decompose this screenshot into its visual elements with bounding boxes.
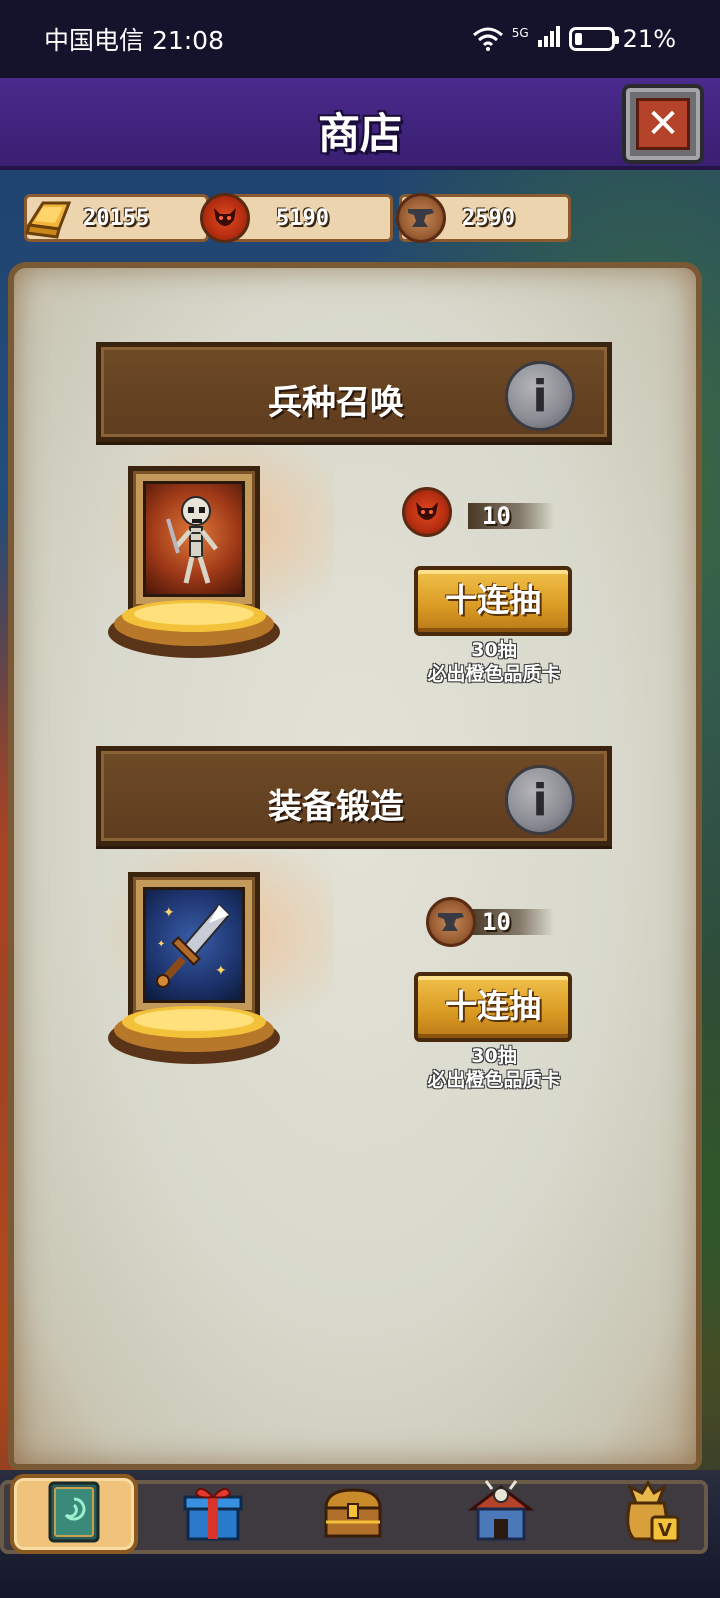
anvil-coin-amount: 2590	[462, 205, 515, 231]
guarantee-line-2: 必出橙色品质卡	[427, 1069, 561, 1091]
cost-equipment-forge: 10	[426, 896, 554, 948]
nav-item-vip[interactable]: V	[604, 1474, 694, 1554]
vip-bag-icon: V	[616, 1479, 682, 1549]
battery-level	[574, 33, 582, 45]
anvil-coin-icon	[396, 193, 446, 243]
section-banner-unit-summon: 兵种召唤 i	[96, 342, 612, 442]
info-icon[interactable]: i	[505, 361, 575, 431]
guarantee-line-1: 30抽	[471, 1045, 517, 1067]
currency-bar: 20155 + 5190 2590	[24, 190, 571, 246]
ten-draw-button-equipment[interactable]: 十连抽	[414, 972, 572, 1042]
card-frame: ✦ ✦ ✦	[128, 872, 260, 1018]
demon-coin-icon	[200, 193, 250, 243]
svg-text:✦: ✦	[157, 939, 165, 950]
nav-item-gifts[interactable]	[168, 1474, 258, 1554]
card-deck-icon	[46, 1479, 102, 1549]
guarantee-line-1: 30抽	[471, 639, 517, 661]
gold-bar-icon	[23, 195, 75, 243]
svg-text:✦: ✦	[163, 905, 175, 921]
network-type: 5G	[511, 26, 529, 40]
pedestal	[108, 600, 280, 658]
treasure-chest-icon	[320, 1482, 386, 1546]
currency-demon: 5190	[200, 193, 393, 243]
close-icon: ✕	[636, 98, 690, 150]
currency-gold: 20155 +	[23, 194, 232, 243]
carrier-time: 中国电信 21:08	[44, 26, 224, 55]
battery-percent: 21%	[622, 25, 676, 53]
skeleton-warrior-icon	[143, 481, 245, 597]
svg-text:✦: ✦	[215, 963, 227, 979]
card-equipment-forge[interactable]: ✦ ✦ ✦	[74, 852, 334, 1072]
guarantee-note-equipment: 30抽 必出橙色品质卡	[396, 1044, 592, 1092]
close-button[interactable]: ✕	[622, 84, 704, 164]
signal-icon	[537, 24, 561, 54]
cost-value: 10	[468, 909, 554, 935]
wifi-icon	[472, 27, 504, 51]
card-unit-summon[interactable]	[74, 446, 334, 666]
guarantee-line-2: 必出橙色品质卡	[427, 663, 561, 685]
bottom-nav: V	[0, 1470, 720, 1598]
section-banner-equipment-forge: 装备锻造 i	[96, 746, 612, 846]
guarantee-note-unit: 30抽 必出橙色品质卡	[396, 638, 592, 686]
nav-item-cards[interactable]	[10, 1474, 138, 1554]
pedestal	[108, 1006, 280, 1064]
status-indicators: 5G 21%	[472, 24, 676, 54]
cost-value: 10	[468, 503, 554, 529]
nav-item-barracks[interactable]	[456, 1474, 546, 1554]
section-title: 装备锻造	[268, 787, 404, 827]
card-frame	[128, 466, 260, 612]
status-bar: 中国电信 21:08 5G 21%	[0, 0, 720, 78]
ten-draw-button-unit[interactable]: 十连抽	[414, 566, 572, 636]
info-icon[interactable]: i	[505, 765, 575, 835]
title-bar: 商店 ✕	[0, 78, 720, 170]
cost-unit-summon: 10	[402, 487, 554, 542]
page-title: 商店	[317, 109, 402, 158]
anvil-coin-icon	[426, 897, 476, 947]
nav-item-treasure[interactable]	[308, 1474, 398, 1554]
demon-coin-icon	[402, 487, 452, 537]
battery-icon	[568, 27, 619, 51]
section-title: 兵种召唤	[268, 383, 404, 423]
demon-coin-amount: 5190	[276, 205, 329, 231]
currency-anvil: 2590	[396, 193, 571, 243]
sword-icon: ✦ ✦ ✦	[143, 887, 245, 1003]
gift-box-icon	[182, 1481, 244, 1547]
gold-amount: 20155	[83, 205, 150, 231]
barracks-icon	[466, 1479, 536, 1549]
svg-text:V: V	[658, 1520, 672, 1541]
